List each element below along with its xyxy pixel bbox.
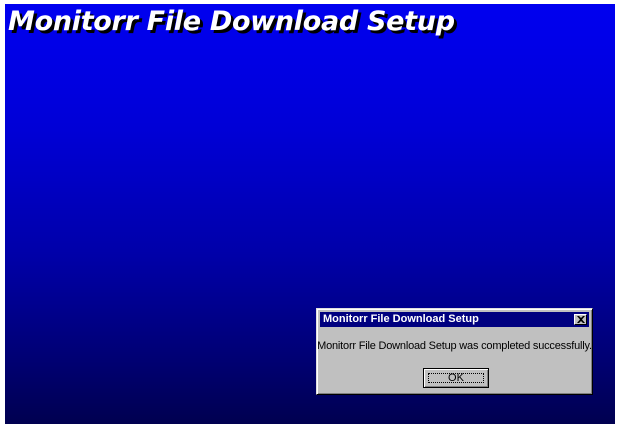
close-button[interactable] (574, 314, 587, 325)
completion-dialog: Monitorr File Download Setup Monitorr Fi… (316, 308, 593, 395)
ok-button-label: OK (448, 372, 464, 384)
dialog-title: Monitorr File Download Setup (323, 313, 479, 325)
setup-background: Monitorr File Download Setup Monitorr Fi… (5, 4, 615, 424)
ok-button[interactable]: OK (423, 368, 489, 388)
close-icon (577, 316, 585, 323)
dialog-titlebar[interactable]: Monitorr File Download Setup (320, 312, 589, 327)
dialog-message: Monitorr File Download Setup was complet… (317, 340, 592, 352)
setup-title: Monitorr File Download Setup (8, 6, 455, 37)
